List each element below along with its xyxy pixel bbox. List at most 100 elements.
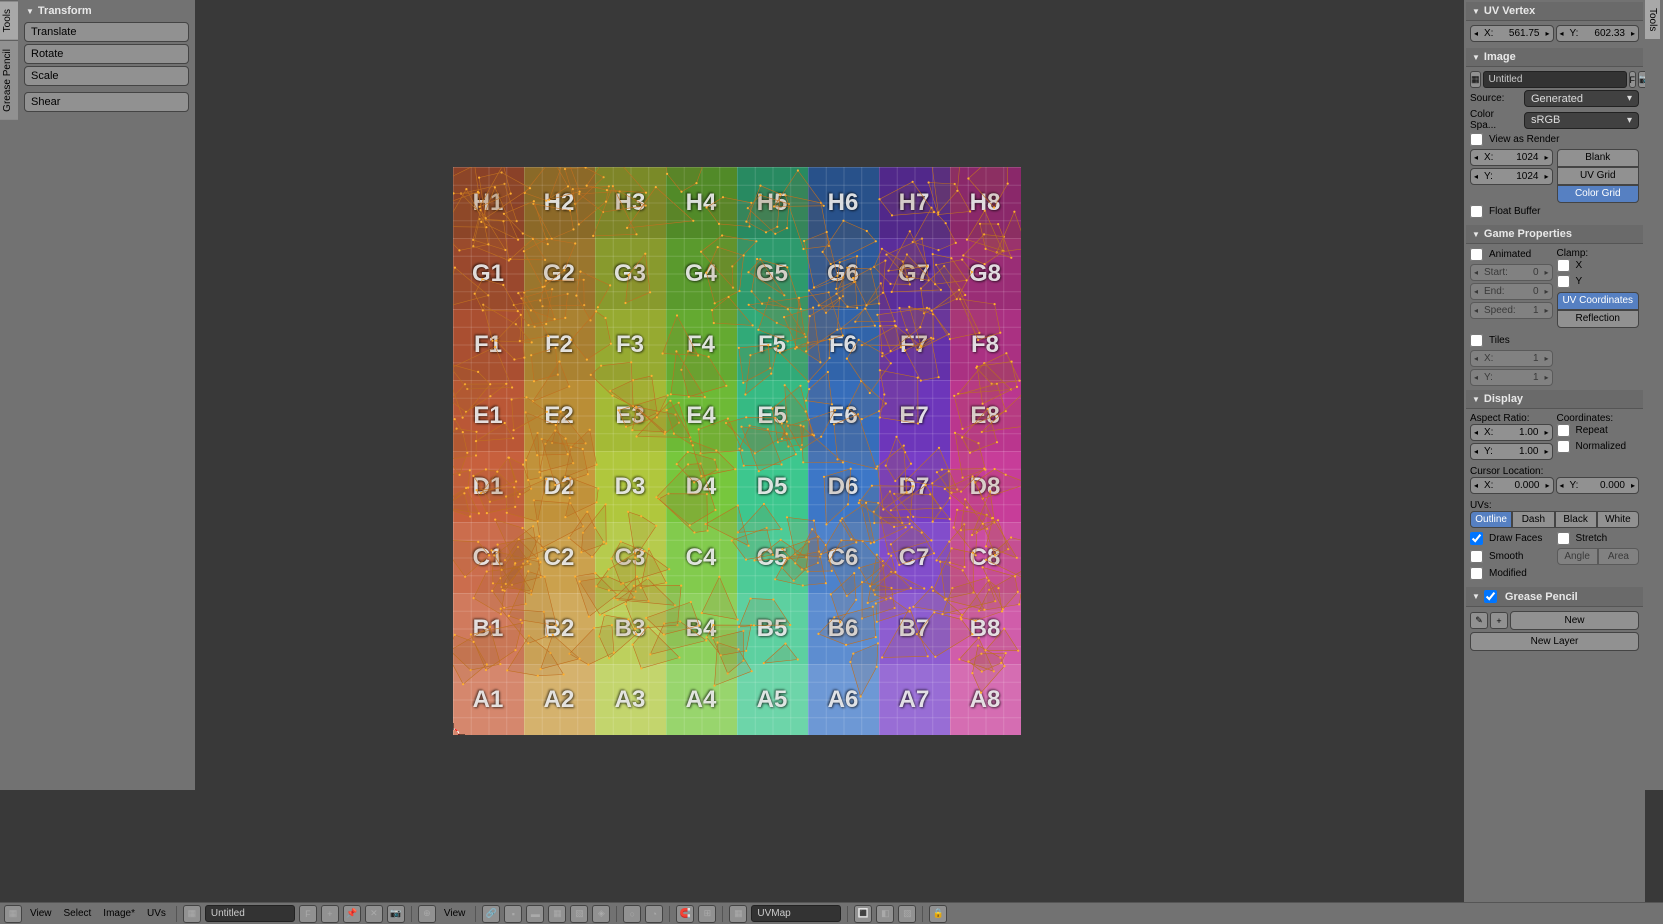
uv-grid-cell: A6 (808, 664, 879, 735)
uv-grid-cell: F1 (453, 309, 524, 380)
tiles-checkbox[interactable] (1470, 334, 1483, 347)
grease-pencil-enabled-checkbox[interactable] (1484, 590, 1497, 603)
gp-new-button[interactable]: New (1510, 611, 1639, 630)
image-res-y-field[interactable]: ◂Y:1024▸ (1470, 168, 1553, 185)
view-as-render-checkbox[interactable] (1470, 133, 1483, 146)
image-f-button[interactable]: F (1629, 71, 1637, 88)
rotate-button[interactable]: Rotate (24, 44, 189, 64)
animated-checkbox[interactable] (1470, 248, 1483, 261)
sel-sync-icon[interactable]: 🔗 (482, 905, 500, 923)
gen-type-colorgrid[interactable]: Color Grid (1557, 185, 1640, 203)
uv-grid-cell: E6 (808, 380, 879, 451)
uv-grid-cell: G3 (595, 238, 666, 309)
snap-icon[interactable]: 🧲 (676, 905, 694, 923)
uv-grid-cell: E7 (879, 380, 950, 451)
footer-unlink-icon[interactable]: ✕ (365, 905, 383, 923)
channel-rgb-icon[interactable]: 🔳 (854, 905, 872, 923)
game-props-header[interactable]: Game Properties (1466, 225, 1643, 244)
uv-grid-cell: F8 (950, 309, 1021, 380)
uv-style-outline[interactable]: Outline (1470, 511, 1512, 528)
uv-grid-cell: C8 (950, 522, 1021, 593)
uvmap-browse-icon[interactable]: ▦ (729, 905, 747, 923)
stretch-checkbox[interactable] (1557, 532, 1570, 545)
uv-grid-cell: D4 (666, 451, 737, 522)
proportional-icon[interactable]: ○ (623, 905, 641, 923)
cursor-y-field[interactable]: ◂Y:0.000▸ (1556, 477, 1640, 494)
uv-vertex-y-field[interactable]: ◂Y:602.33▸ (1556, 25, 1640, 42)
lock-icon[interactable]: 🔒 (929, 905, 947, 923)
menu-uvs[interactable]: UVs (143, 908, 170, 919)
footer-view-dropdown[interactable]: View (440, 908, 470, 919)
footer-uvmap-name[interactable] (751, 905, 841, 922)
right-tab-tools[interactable]: Tools (1645, 0, 1660, 39)
footer-pin-icon[interactable]: 📌 (343, 905, 361, 923)
modified-checkbox[interactable] (1470, 567, 1483, 580)
tab-grease-pencil[interactable]: Grease Pencil (0, 40, 18, 120)
tab-tools[interactable]: Tools (0, 0, 18, 40)
clamp-x-checkbox[interactable] (1557, 259, 1570, 272)
translate-button[interactable]: Translate (24, 22, 189, 42)
editor-type-icon[interactable]: ▦ (4, 905, 22, 923)
image-name-field[interactable] (1483, 71, 1627, 88)
sel-island-icon[interactable]: ▧ (570, 905, 588, 923)
gp-add-icon[interactable]: + (1490, 612, 1508, 629)
colorspace-dropdown[interactable]: sRGB (1524, 112, 1639, 129)
display-header[interactable]: Display (1466, 390, 1643, 409)
uv-style-white[interactable]: White (1597, 511, 1639, 528)
aspect-x-field[interactable]: ◂X:1.00▸ (1470, 424, 1553, 441)
repeat-checkbox[interactable] (1557, 424, 1570, 437)
stretch-label: Stretch (1576, 533, 1608, 544)
footer-image-name[interactable] (205, 905, 295, 922)
uv-grid-cell: C6 (808, 522, 879, 593)
footer-add-icon[interactable]: + (321, 905, 339, 923)
tiles-label: Tiles (1489, 335, 1510, 346)
menu-view[interactable]: View (26, 908, 56, 919)
channel-alpha-icon[interactable]: ◧ (876, 905, 894, 923)
draw-faces-checkbox[interactable] (1470, 532, 1483, 545)
menu-image[interactable]: Image* (99, 908, 139, 919)
uv-viewport[interactable]: H1H2H3H4H5H6H7H8G1G2G3G4G5G6G7G8F1F2F3F4… (195, 0, 1278, 902)
source-dropdown[interactable]: Generated (1524, 90, 1639, 107)
draw-faces-label: Draw Faces (1489, 533, 1542, 544)
aspect-y-field[interactable]: ◂Y:1.00▸ (1470, 443, 1553, 460)
transform-panel-header[interactable]: Transform (20, 2, 193, 20)
normalized-checkbox[interactable] (1557, 440, 1570, 453)
gen-type-blank[interactable]: Blank (1557, 149, 1640, 167)
uv-style-dash[interactable]: Dash (1512, 511, 1554, 528)
gp-new-layer-button[interactable]: New Layer (1470, 632, 1639, 651)
footer-f-button[interactable]: F (299, 905, 317, 923)
uv-image-canvas[interactable]: H1H2H3H4H5H6H7H8G1G2G3G4G5G6G7G8F1F2F3F4… (453, 167, 1021, 735)
uv-grid-cell: F5 (737, 309, 808, 380)
mapping-reflection[interactable]: Reflection (1557, 310, 1640, 328)
mapping-uv-coords[interactable]: UV Coordinates (1557, 292, 1640, 310)
grease-pencil-header[interactable]: Grease Pencil (1466, 587, 1643, 607)
uv-vertex-header[interactable]: UV Vertex (1466, 2, 1643, 21)
pivot-dropdown-icon[interactable]: ⊕ (418, 905, 436, 923)
scale-button[interactable]: Scale (24, 66, 189, 86)
uv-style-black[interactable]: Black (1555, 511, 1597, 528)
footer-camera-icon[interactable]: 📷 (387, 905, 405, 923)
gp-browse-icon[interactable]: ✎ (1470, 612, 1488, 629)
smooth-checkbox[interactable] (1470, 550, 1483, 563)
sticky-sel-icon[interactable]: ◈ (592, 905, 610, 923)
sel-vertex-icon[interactable]: ▪ (504, 905, 522, 923)
cursor-x-field[interactable]: ◂X:0.000▸ (1470, 477, 1554, 494)
float-buffer-checkbox[interactable] (1470, 205, 1483, 218)
shear-button[interactable]: Shear (24, 92, 189, 112)
snap-target-icon[interactable]: ⊞ (698, 905, 716, 923)
image-unlink-icon[interactable]: 📷 (1638, 71, 1645, 88)
image-header[interactable]: Image (1466, 48, 1643, 67)
image-res-x-field[interactable]: ◂X:1024▸ (1470, 149, 1553, 166)
gen-type-uvgrid[interactable]: UV Grid (1557, 167, 1640, 185)
sel-edge-icon[interactable]: ▬ (526, 905, 544, 923)
uv-vertex-x-field[interactable]: ◂X:561.75▸ (1470, 25, 1554, 42)
falloff-icon[interactable]: ◔ (645, 905, 663, 923)
menu-select[interactable]: Select (60, 908, 96, 919)
image-browse-icon[interactable]: ▦ (1470, 71, 1481, 88)
channel-z-icon[interactable]: ▨ (898, 905, 916, 923)
uv-grid-cell: E2 (524, 380, 595, 451)
footer-image-browse-icon[interactable]: ▦ (183, 905, 201, 923)
uv-grid-cell: C7 (879, 522, 950, 593)
clamp-y-checkbox[interactable] (1557, 275, 1570, 288)
sel-face-icon[interactable]: ▦ (548, 905, 566, 923)
